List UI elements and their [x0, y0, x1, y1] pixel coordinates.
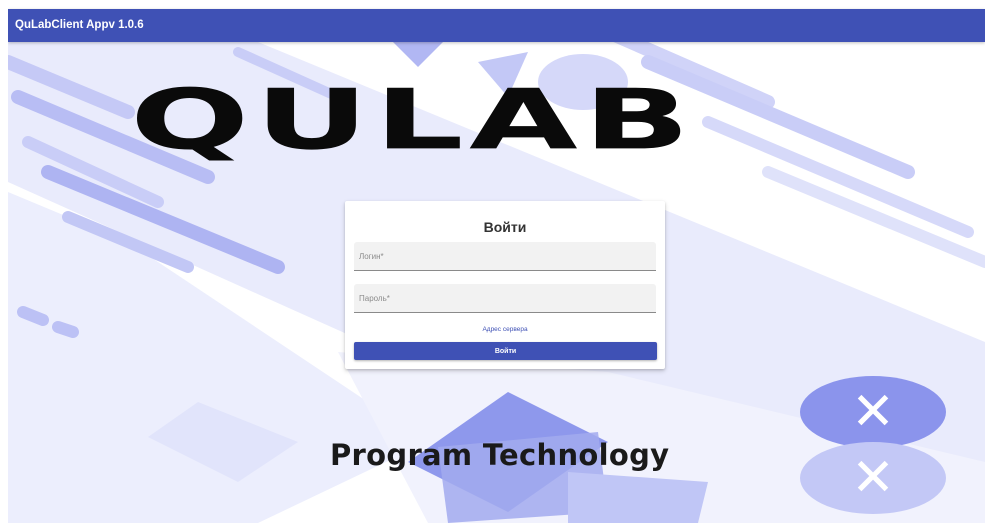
login-title: Войти: [483, 219, 527, 235]
login-button[interactable]: Войти: [354, 342, 657, 360]
close-icon: ✕: [851, 382, 895, 442]
login-input[interactable]: [354, 242, 656, 270]
logo-text: QULAB: [130, 70, 696, 169]
close-icon: ✕: [851, 448, 895, 508]
login-field[interactable]: [354, 242, 656, 271]
server-address-link[interactable]: Адрес сервера: [345, 326, 665, 333]
decorative-close-badge-bottom: ✕: [800, 442, 946, 514]
password-field[interactable]: [354, 284, 656, 313]
qulab-logo: QULAB: [130, 78, 890, 188]
app-title: QuLabClient Appv 1.0.6: [15, 19, 144, 31]
password-input[interactable]: [354, 284, 656, 312]
tagline: Program Technology: [330, 438, 670, 472]
app-title-bar: QuLabClient Appv 1.0.6: [8, 9, 985, 42]
decorative-close-badge-top: ✕: [800, 376, 946, 448]
